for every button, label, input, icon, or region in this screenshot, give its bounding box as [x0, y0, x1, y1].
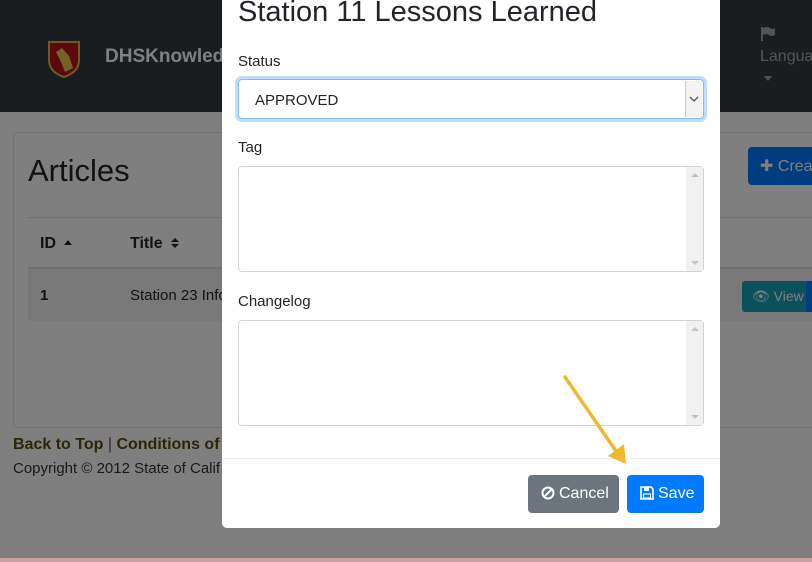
dropdown-arrow[interactable]	[685, 81, 702, 117]
chevron-down-icon	[689, 96, 699, 102]
scroll-down-icon[interactable]	[691, 261, 699, 265]
scroll-up-icon[interactable]	[691, 327, 699, 331]
changelog-label: Changelog	[238, 293, 311, 310]
cancel-button[interactable]: Cancel	[528, 475, 619, 513]
bottom-strip	[0, 558, 812, 562]
ban-icon	[541, 486, 555, 500]
scroll-down-icon[interactable]	[691, 415, 699, 419]
floppy-disk-icon	[640, 486, 654, 500]
changelog-scrollbar[interactable]	[686, 321, 703, 425]
status-selected-value: APPROVED	[255, 92, 339, 109]
scroll-up-icon[interactable]	[691, 173, 699, 177]
edit-article-modal: Station 11 Lessons Learned Status APPROV…	[222, 0, 720, 528]
status-select[interactable]: APPROVED	[238, 79, 704, 119]
annotation-arrow	[563, 375, 626, 464]
modal-footer-divider	[222, 458, 720, 459]
changelog-textarea[interactable]	[238, 320, 704, 426]
save-button[interactable]: Save	[627, 475, 704, 513]
modal-title: Station 11 Lessons Learned	[238, 0, 598, 28]
cancel-button-label: Cancel	[559, 485, 609, 502]
tag-textarea[interactable]	[238, 166, 704, 272]
status-label: Status	[238, 53, 281, 70]
tag-label: Tag	[238, 139, 263, 156]
save-button-label: Save	[658, 485, 695, 502]
tag-scrollbar[interactable]	[686, 167, 703, 271]
